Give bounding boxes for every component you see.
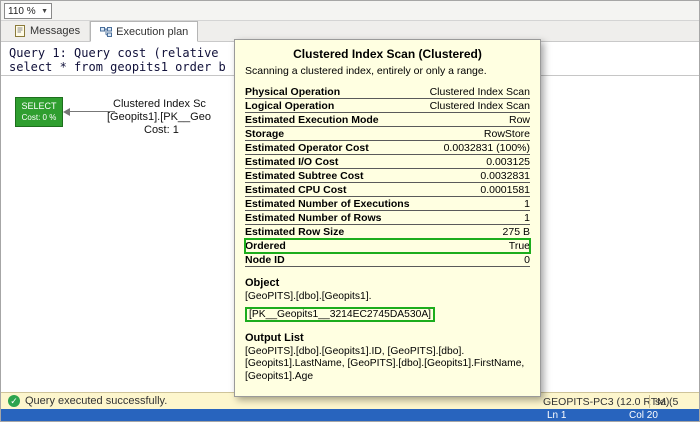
property-value: 0.0032831 — [480, 170, 530, 182]
property-label: Estimated Subtree Cost — [245, 170, 364, 182]
property-value: 0.0032831 (100%) — [443, 142, 530, 154]
object-line: [GeoPITS].[dbo].[Geopits1]. — [245, 291, 372, 302]
column-indicator: Col 20 — [629, 410, 658, 421]
property-row-ordered-highlighted: Ordered True — [244, 238, 531, 254]
success-check-icon: ✓ — [8, 395, 20, 407]
plan-node-select[interactable]: SELECT Cost: 0 % — [15, 97, 63, 127]
property-row: Node ID 0 — [245, 253, 530, 267]
property-label: Estimated CPU Cost — [245, 184, 347, 196]
property-label: Estimated Number of Rows — [245, 212, 382, 224]
ssms-execution-plan-window: 110 % ▼ Messages Execution plan Query 1:… — [0, 0, 700, 422]
status-server: GEOPITS-PC3 (12.0 RTM) — [543, 396, 670, 408]
property-label: Physical Operation — [245, 86, 341, 98]
scan-node-object: [Geopits1].[PK__Geo — [107, 111, 211, 123]
property-label: Node ID — [245, 254, 285, 266]
status-message: Query executed successfully. — [25, 395, 168, 407]
property-label: Estimated Row Size — [245, 226, 345, 238]
property-row: Estimated Row Size 275 B — [245, 225, 530, 239]
tooltip-title: Clustered Index Scan (Clustered) — [293, 47, 482, 61]
output-list-line: [GeoPITS].[dbo].[Geopits1].ID, [GeoPITS]… — [245, 345, 465, 357]
toolbar: 110 % ▼ — [1, 1, 699, 21]
property-label: Estimated I/O Cost — [245, 156, 339, 168]
object-heading: Object — [245, 277, 280, 289]
zoom-value: 110 % — [8, 5, 36, 17]
execution-plan-icon — [100, 26, 113, 38]
messages-icon — [14, 25, 26, 37]
select-node-cost: Cost: 0 % — [21, 113, 57, 122]
property-value: 1 — [524, 198, 530, 210]
chevron-down-icon: ▼ — [41, 7, 48, 15]
property-value: True — [508, 240, 530, 252]
line-indicator: Ln 1 — [547, 410, 567, 421]
property-row: Storage RowStore — [245, 127, 530, 141]
property-row: Estimated CPU Cost 0.0001581 — [245, 183, 530, 197]
property-value: Row — [508, 114, 530, 126]
tab-execution-plan-label: Execution plan — [116, 25, 189, 38]
property-row: Logical Operation Clustered Index Scan — [245, 99, 530, 113]
property-row: Estimated Operator Cost 0.0032831 (100%) — [245, 141, 530, 155]
query-cost-header: Query 1: Query cost (relative — [9, 46, 219, 60]
scan-node-title[interactable]: Clustered Index Sc — [113, 98, 206, 110]
property-row: Physical Operation Clustered Index Scan — [245, 85, 530, 99]
editor-status-bar: Ln 1 Col 20 — [1, 409, 699, 421]
property-row: Estimated Execution Mode Row — [245, 113, 530, 127]
output-list-heading: Output List — [245, 331, 304, 344]
tab-messages[interactable]: Messages — [5, 21, 91, 41]
property-row: Estimated I/O Cost 0.003125 — [245, 155, 530, 169]
property-value: Clustered Index Scan — [429, 100, 530, 112]
property-label: Logical Operation — [245, 100, 335, 112]
tooltip-properties: Physical Operation Clustered Index Scan … — [244, 85, 531, 267]
property-row: Estimated Number of Executions 1 — [245, 197, 530, 211]
property-label: Ordered — [245, 240, 286, 252]
property-value: 0.0001581 — [480, 184, 530, 196]
property-value: 0 — [524, 254, 530, 266]
scan-node-cost: Cost: 1 — [144, 124, 179, 136]
property-label: Estimated Execution Mode — [245, 114, 379, 126]
operator-tooltip: Clustered Index Scan (Clustered) Scannin… — [234, 39, 541, 397]
property-value: 0.003125 — [486, 156, 530, 168]
property-row: Estimated Subtree Cost 0.0032831 — [245, 169, 530, 183]
status-user: sa (5 — [655, 396, 679, 408]
property-value: Clustered Index Scan — [429, 86, 530, 98]
property-row: Estimated Number of Rows 1 — [245, 211, 530, 225]
tooltip-subtitle: Scanning a clustered index, entirely or … — [245, 65, 487, 77]
zoom-dropdown[interactable]: 110 % ▼ — [4, 3, 52, 19]
status-divider — [649, 395, 650, 408]
property-label: Estimated Operator Cost — [245, 142, 369, 154]
tab-messages-label: Messages — [30, 25, 81, 37]
property-label: Estimated Number of Executions — [245, 198, 410, 210]
property-value: RowStore — [483, 128, 530, 140]
output-list-line: [Geopits1].Age — [245, 370, 314, 382]
property-label: Storage — [245, 128, 285, 140]
query-sql-text: select * from geopits1 order b — [9, 60, 226, 74]
plan-arrow-icon — [63, 108, 70, 116]
object-pk-highlighted: [PK__Geopits1__3214EC2745DA530A] — [245, 306, 436, 322]
property-value: 1 — [524, 212, 530, 224]
property-value: 275 B — [502, 226, 530, 238]
tab-execution-plan[interactable]: Execution plan — [90, 21, 199, 42]
output-list-line: [Geopits1].LastName, [GeoPITS].[dbo].[Ge… — [245, 358, 525, 369]
select-node-label: SELECT — [21, 101, 57, 111]
